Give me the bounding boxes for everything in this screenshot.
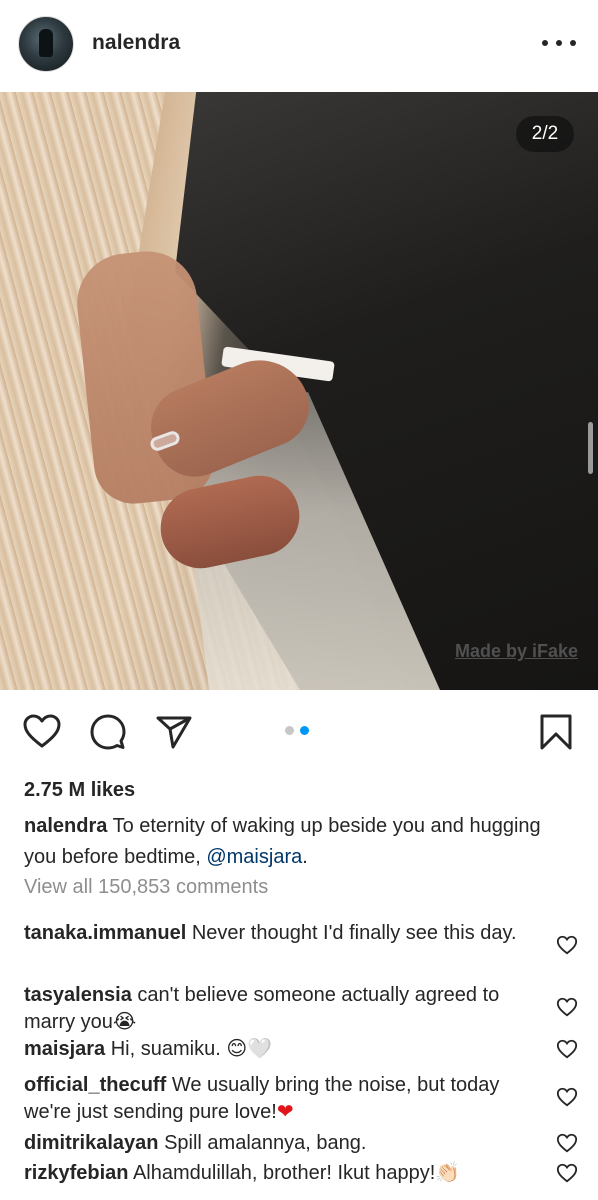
comment-icon[interactable]: [88, 712, 128, 752]
bookmark-icon[interactable]: [536, 712, 576, 752]
caption-mention[interactable]: @maisjara: [206, 846, 302, 868]
header-username[interactable]: nalendra: [92, 31, 180, 55]
comment-username[interactable]: dimitrikalayan: [24, 1132, 159, 1154]
post-header: nalendra: [0, 0, 598, 92]
comment-username[interactable]: tanaka.immanuel: [24, 922, 186, 944]
caption-end: .: [302, 846, 308, 868]
comment-like-heart-icon[interactable]: [556, 934, 578, 956]
more-dot: [542, 40, 548, 46]
comment-item: official_thecuff We usually bring the no…: [24, 1072, 578, 1130]
comment-item: maisjara Hi, suamiku. 😊🤍: [24, 1036, 578, 1072]
comment-emoji: ❤: [276, 1101, 294, 1123]
comment-emoji: 😭: [112, 1011, 137, 1033]
action-bar: [0, 690, 598, 770]
comment-username[interactable]: rizkyfebian: [24, 1162, 128, 1184]
comment-like-heart-icon[interactable]: [556, 1086, 578, 1108]
more-dot: [570, 40, 576, 46]
comment-text: Never thought I'd finally see this day.: [191, 922, 517, 944]
post-caption: nalendra To eternity of waking up beside…: [24, 811, 564, 873]
send-icon[interactable]: [154, 712, 194, 752]
carousel-dot: [285, 726, 294, 735]
watermark: Made by iFake: [454, 641, 578, 661]
comment-username[interactable]: tasyalensia: [24, 984, 132, 1006]
comment-text: Hi, suamiku.: [110, 1038, 221, 1060]
comment-like-heart-icon[interactable]: [556, 1132, 578, 1154]
more-dot: [556, 40, 562, 46]
heart-icon[interactable]: [22, 712, 62, 752]
carousel-indicator: [285, 726, 309, 735]
comment-username[interactable]: official_thecuff: [24, 1074, 166, 1096]
post-photo[interactable]: 2/2 Made by iFake: [0, 92, 598, 690]
scrollbar-thumb[interactable]: [588, 422, 593, 474]
carousel-dot-active: [300, 726, 309, 735]
comment-text: Spill amalannya, bang.: [164, 1132, 367, 1154]
comment-item: dimitrikalayan Spill amalannya, bang.: [24, 1130, 578, 1160]
comment-item: tanaka.immanuel Never thought I'd finall…: [24, 920, 578, 982]
comment-username[interactable]: maisjara: [24, 1038, 105, 1060]
likes-count[interactable]: 2.75 M likes: [24, 779, 135, 802]
carousel-counter: 2/2: [516, 116, 574, 152]
caption-username[interactable]: nalendra: [24, 815, 107, 837]
comment-item: rizkyfebian Alhamdulillah, brother! Ikut…: [24, 1160, 578, 1190]
comment-item: tasyalensia can't believe someone actual…: [24, 982, 578, 1036]
view-all-comments-link[interactable]: View all 150,853 comments: [24, 876, 268, 899]
comment-emoji: 👏🏻: [435, 1162, 461, 1184]
comment-text: Alhamdulillah, brother! Ikut happy!: [132, 1162, 436, 1184]
comment-emoji: 😊🤍: [226, 1038, 273, 1060]
profile-avatar[interactable]: [18, 16, 74, 72]
comment-like-heart-icon[interactable]: [556, 1038, 578, 1060]
comment-like-heart-icon[interactable]: [556, 996, 578, 1018]
comments-list: tanaka.immanuel Never thought I'd finall…: [24, 920, 584, 1190]
comment-like-heart-icon[interactable]: [556, 1162, 578, 1184]
more-options-icon[interactable]: [542, 28, 576, 58]
